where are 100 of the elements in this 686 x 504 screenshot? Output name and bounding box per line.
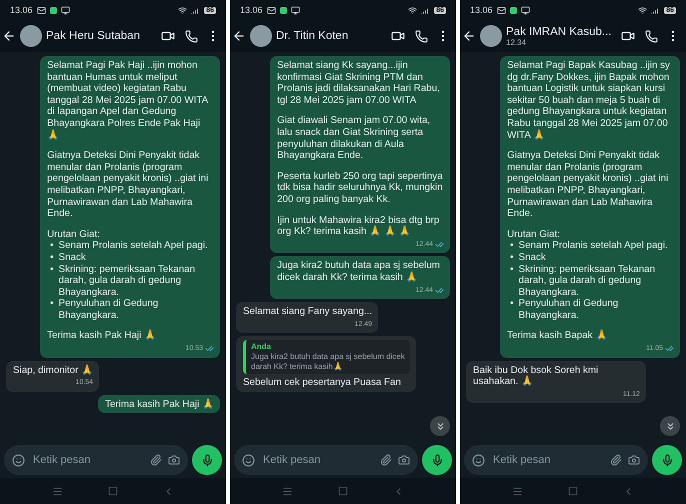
signal-icon	[651, 6, 660, 14]
video-call-icon[interactable]	[161, 29, 175, 43]
message-text: Giat diawali Senam jam 07.00 wita, lalu snack dan Giat Skrining serta penyuluhan dilakukan di Aula Bhayangkara Ende.	[277, 115, 432, 162]
screen-icon	[520, 6, 530, 14]
scroll-down-button[interactable]	[430, 416, 450, 436]
bullet: •	[50, 240, 54, 252]
screen-icon	[290, 6, 300, 14]
message-text: Siap, dimonitor 🙏	[13, 364, 94, 376]
emoji-icon[interactable]	[12, 454, 25, 466]
message-text: Baik ibu Dok bsok Soreh kmi usahakan. 🙏	[473, 364, 600, 388]
message-text: Terima kasih Pak Haji 🙏	[105, 398, 214, 410]
last-seen-time: 12.34	[506, 38, 528, 46]
attachment-icon[interactable]	[150, 454, 162, 466]
emoji-icon[interactable]	[472, 454, 485, 466]
status-time: 13.06	[470, 5, 493, 15]
camera-icon[interactable]	[628, 454, 640, 466]
list-title: Urutan Giat:	[47, 228, 101, 240]
message-text: Terima kasih Pak Haji 🙏	[47, 330, 158, 342]
message-text: Giatnya Deteksi Dini Penyakit tidak menular dan Prolanis (program pengelolaan penyakit kronis) ..giat ini melibatkan PNPP, Bhayangkari, Purnawirawan dan Lab Mahawira Ende.	[47, 150, 210, 220]
home-nav-icon[interactable]	[338, 486, 348, 496]
message-text: Selamat Pagi Pak Haji ..ijin mohon bantuan Humas untuk meliput (membuat video) kegiatan Rabu tanggal 28 Mei 2025 jam 07.00 WITA di lapangan Apel dan Gedung Bhayangkara Polres Ende Pak Haji 🙏	[47, 60, 209, 142]
message-text: Peserta kurleb 250 org tapi sepertinya tdk bisa hadir seluruhnya Kk, mungkin 200 org paling banyak Kk.	[277, 170, 444, 206]
scroll-down-button[interactable]	[660, 416, 680, 436]
screen-icon	[60, 6, 70, 14]
list-item: Snack	[58, 252, 86, 264]
signal-icon	[191, 6, 200, 14]
signal-icon	[421, 6, 430, 14]
attachment-icon[interactable]	[380, 454, 392, 466]
menu-nav-icon[interactable]	[512, 486, 524, 496]
video-call-icon[interactable]	[391, 29, 405, 43]
message-text: Selamat siang Fany sayang...	[243, 306, 372, 318]
camera-icon[interactable]	[168, 454, 180, 466]
double-chevron-down-icon	[664, 420, 676, 432]
menu-nav-icon[interactable]	[282, 486, 294, 496]
phone-icon[interactable]	[645, 30, 658, 42]
microphone-button[interactable]	[422, 445, 452, 475]
message-input[interactable]: Ketik pesan	[261, 453, 374, 467]
wifi-icon	[638, 6, 648, 14]
camera-icon[interactable]	[398, 454, 410, 466]
back-icon[interactable]	[2, 29, 16, 43]
status-time: 13.06	[10, 5, 33, 15]
quote-text: Juga kira2 butuh data apa sj sebelum dicek darah Kk? terima kasih🙏	[251, 352, 405, 372]
back-icon[interactable]	[462, 29, 476, 43]
list-item: Penyuluhan di Gedung Bhayangkara.	[58, 298, 160, 322]
mail-icon	[496, 6, 506, 14]
list-item: Snack	[518, 252, 546, 264]
phone-icon[interactable]	[415, 30, 428, 42]
message-text: Selamat siang Kk sayang...ijin konfirmasi Giat Skrining PTM dan Prolanis jadi dilaksanakan Hari Rabu, tgl 28 Mei 2025 jam 07.00 WITA	[277, 60, 441, 106]
wifi-icon	[178, 6, 188, 14]
microphone-button[interactable]	[192, 445, 222, 475]
bullet: •	[510, 298, 514, 312]
wifi-icon	[408, 6, 418, 14]
list-title: Urutan Giat:	[507, 228, 561, 240]
list-item: Penyuluhan di Gedung Bhayangkara.	[518, 298, 620, 322]
video-call-icon[interactable]	[621, 29, 635, 43]
contact-name[interactable]: Dr. Titin Koten	[276, 30, 387, 42]
list-item: Skrining: pemeriksaan Tekanan darah, gula darah di gedung Bhayangkara.	[518, 264, 656, 298]
message-input[interactable]: Ketik pesan	[491, 453, 604, 467]
list-item: Senam Prolanis setelah Apel pagi.	[58, 240, 208, 252]
list-item: Senam Prolanis setelah Apel pagi.	[518, 240, 668, 252]
microphone-icon	[430, 454, 444, 466]
microphone-icon	[660, 454, 674, 466]
avatar[interactable]	[480, 25, 502, 47]
phone-icon[interactable]	[185, 30, 198, 42]
home-nav-icon[interactable]	[108, 486, 118, 496]
message-text: Ijin untuk Mahawira kira2 bisa dtg brp org Kk? terima kasih 🙏 🙏 🙏	[277, 214, 440, 238]
app-icon	[50, 6, 57, 14]
bullet: •	[510, 264, 514, 276]
message-text: Terima kasih Bapak 🙏	[507, 330, 608, 342]
message-input[interactable]: Ketik pesan	[31, 453, 144, 467]
contact-name[interactable]: Pak Heru Sutaban	[46, 30, 157, 42]
message-input-field[interactable]: Ketik pesan	[234, 445, 418, 475]
message-text: Selamat Pagi Bapak Kasubag ..ijin sy dg dr.Fany Dokkes, ijin Bapak mohon bantuan Logistik untuk siapkan kursi sekitar 50 buah dan meja 5 buah di gedung Bhayangkara untuk kegiatan Rabu tanggal 28 Mei 2025 jam 07.00 WITA 🙏	[507, 60, 671, 142]
bullet: •	[50, 264, 54, 276]
mail-icon	[266, 6, 276, 14]
home-nav-icon[interactable]	[568, 486, 578, 496]
app-icon	[280, 6, 287, 14]
menu-nav-icon[interactable]	[52, 486, 64, 496]
bullet: •	[510, 240, 514, 252]
message-input-field[interactable]: Ketik pesan	[4, 445, 188, 475]
microphone-button[interactable]	[652, 445, 682, 475]
list-item: Skrining: pemeriksaan Tekanan darah, gula darah di gedung Bhayangkara.	[58, 264, 196, 298]
bullet: •	[510, 252, 514, 264]
contact-name[interactable]: Pak IMRAN Kasub...	[506, 26, 617, 38]
emoji-icon[interactable]	[242, 454, 255, 466]
message-input-field[interactable]: Ketik pesan	[464, 445, 648, 475]
avatar[interactable]	[20, 25, 42, 47]
attachment-icon[interactable]	[610, 454, 622, 466]
back-icon[interactable]	[232, 29, 246, 43]
microphone-icon	[200, 454, 214, 466]
quote-author: Anda	[251, 342, 271, 352]
message-text: Juga kira2 butuh data apa sj sebelum dicek darah Kk? terima kasih 🙏	[277, 260, 441, 284]
mail-icon	[36, 6, 46, 14]
bullet: •	[50, 298, 54, 312]
app-icon	[510, 6, 517, 14]
avatar[interactable]	[250, 25, 272, 47]
message-text: Giatnya Deteksi Dini Penyakit tidak menular dan Prolanis (program pengelolaan penyakit kronis) ..giat ini melibatkan PNPP, Bhayangkari, Purnawirawan dan Lab Mahawira Ende.	[507, 150, 670, 220]
message-text: Sebelum cek pesertanya Puasa Fan	[243, 377, 402, 389]
bullet: •	[50, 252, 54, 264]
status-time: 13.06	[240, 5, 263, 15]
